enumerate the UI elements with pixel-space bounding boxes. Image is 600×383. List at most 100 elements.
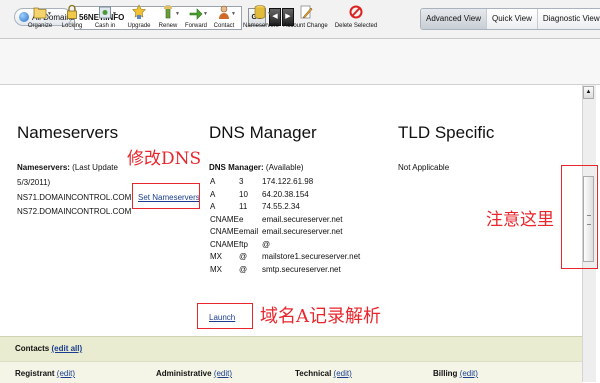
record-host: 3	[239, 177, 244, 186]
renew-button[interactable]: ▼ Renew	[157, 4, 180, 42]
record-host: email	[239, 227, 259, 236]
record-type: MX	[210, 264, 222, 274]
annotation-a-record: 域名A记录解析	[260, 306, 381, 327]
edit-registrant-link[interactable]: (edit)	[57, 369, 75, 378]
edit-administrative-link[interactable]: (edit)	[214, 369, 232, 378]
upgrade-icon	[132, 4, 146, 20]
record-value: 64.20.38.154	[262, 189, 309, 199]
record-value: email.secureserver.net	[262, 214, 343, 224]
record-host: 11	[239, 202, 248, 211]
contacts-title-line: Contacts (edit all)	[15, 342, 82, 355]
view-switcher: Advanced View Quick View Diagnostic View	[420, 8, 600, 30]
record-host: ftp	[239, 239, 248, 249]
highlight-box-set-nameservers	[132, 183, 200, 209]
organize-label: Organize	[27, 23, 53, 29]
edit-billing-link[interactable]: (edit)	[460, 369, 478, 378]
cash-icon: ▼	[98, 4, 117, 20]
locking-button[interactable]: Locking	[59, 4, 85, 42]
dns-record-row: MX @ smtp.secureserver.net	[210, 264, 380, 277]
toolbar	[0, 39, 600, 85]
delete-selected-button[interactable]: Delete Selected	[333, 4, 379, 42]
tab-quick-view[interactable]: Quick View	[486, 9, 537, 29]
dns-record-row: CNAMEemail email.secureserver.net	[210, 226, 380, 239]
scroll-up-arrow-icon[interactable]: ▲	[583, 86, 594, 99]
dns-record-row: A 10 64.20.38.154	[210, 189, 380, 202]
role-label: Administrative	[156, 369, 212, 378]
contact-registrant: Registrant (edit)	[15, 367, 75, 380]
record-type: CNAME	[210, 239, 239, 249]
contacts-section-header	[0, 336, 582, 362]
nameserver-1: NS71.DOMAINCONTROL.COM	[17, 193, 132, 202]
contact-technical: Technical (edit)	[295, 367, 352, 380]
role-label: Registrant	[15, 369, 55, 378]
record-value: mailstore1.secureserver.net	[262, 252, 361, 261]
account-change-button[interactable]: Account Change	[283, 4, 328, 42]
nameservers-label: Nameservers	[243, 23, 279, 29]
record-host: @	[239, 264, 248, 274]
delete-icon	[349, 4, 363, 20]
nameservers-label: Nameservers:	[17, 163, 70, 172]
record-value: 174.122.61.98	[262, 177, 314, 186]
locking-label: Locking	[61, 23, 83, 29]
renew-icon: ▼	[161, 4, 180, 20]
forward-button[interactable]: ▼ Forward	[184, 4, 208, 42]
upgrade-button[interactable]: Upgrade	[126, 4, 152, 42]
upgrade-label: Upgrade	[127, 23, 151, 29]
dns-manager-status-line: DNS Manager: (Available)	[209, 161, 304, 174]
cash-in-label: Cash in	[94, 23, 116, 29]
nameservers-heading: Nameservers	[17, 123, 119, 142]
record-type: CNAME	[210, 214, 239, 224]
record-value: 74.55.2.34	[262, 202, 300, 211]
role-label: Billing	[433, 369, 458, 378]
pencil-document-icon	[299, 4, 313, 20]
tld-specific-heading: TLD Specific	[398, 123, 495, 142]
dns-record-row: MX @ mailstore1.secureserver.net	[210, 251, 380, 264]
folder-icon: ▼	[33, 4, 52, 20]
nameservers-button[interactable]: ▼ Nameservers	[243, 4, 279, 42]
role-label: Technical	[295, 369, 332, 378]
record-type: CNAME	[210, 227, 239, 236]
record-value: @	[262, 239, 271, 249]
dns-manager-status: (Available)	[265, 163, 304, 172]
record-value: smtp.secureserver.net	[262, 264, 341, 274]
record-type: A	[210, 202, 216, 211]
edit-technical-link[interactable]: (edit)	[334, 369, 352, 378]
record-type: A	[210, 189, 216, 199]
highlight-box-launch	[197, 303, 253, 329]
dns-manager-label: DNS Manager:	[209, 163, 264, 172]
highlight-box-scrollbar	[561, 165, 598, 269]
tab-diagnostic-view[interactable]: Diagnostic View	[536, 9, 600, 29]
dns-record-row: A 3 174.122.61.98	[210, 176, 380, 189]
dns-record-row: CNAMEftp @	[210, 239, 380, 252]
record-host: @	[239, 252, 248, 261]
cash-in-button[interactable]: ▼ Cash in	[92, 4, 118, 42]
contact-label: Contact	[213, 23, 235, 29]
dns-manager-heading: DNS Manager	[209, 123, 317, 142]
organize-button[interactable]: ▼ Organize	[27, 4, 53, 42]
nameserver-2: NS72.DOMAINCONTROL.COM	[17, 207, 132, 216]
account-change-label: Account Change	[283, 23, 328, 29]
record-host: e	[239, 214, 244, 224]
tld-specific-text: Not Applicable	[398, 163, 450, 172]
lock-icon	[65, 4, 79, 20]
contacts-roles-row	[0, 361, 582, 383]
dns-record-row: CNAMEe email.secureserver.net	[210, 214, 380, 227]
dns-record-row: A 11 74.55.2.34	[210, 201, 380, 214]
renew-label: Renew	[158, 23, 178, 29]
delete-selected-label: Delete Selected	[334, 23, 378, 29]
database-icon: ▼	[253, 4, 272, 20]
contacts-title: Contacts	[15, 344, 50, 353]
record-value: email.secureserver.net	[262, 227, 343, 236]
last-update-text: (Last Update	[72, 163, 118, 172]
forward-arrow-icon: ▼	[189, 4, 208, 20]
edit-all-contacts-link[interactable]: (edit all)	[51, 344, 82, 353]
dns-record-list: A 3 174.122.61.98 A 10 64.20.38.154 A 11 74.55…	[210, 176, 380, 276]
contact-administrative: Administrative (edit)	[156, 367, 232, 380]
nameservers-update-line: Nameservers: (Last Update	[17, 161, 118, 174]
contact-button[interactable]: ▼ Contact	[212, 4, 236, 42]
forward-label: Forward	[184, 23, 207, 29]
tab-advanced-view[interactable]: Advanced View	[421, 9, 486, 29]
record-type: A	[210, 177, 216, 186]
annotation-attention: 注意这里	[486, 210, 554, 230]
last-update-date: 5/3/2011)	[17, 178, 51, 187]
